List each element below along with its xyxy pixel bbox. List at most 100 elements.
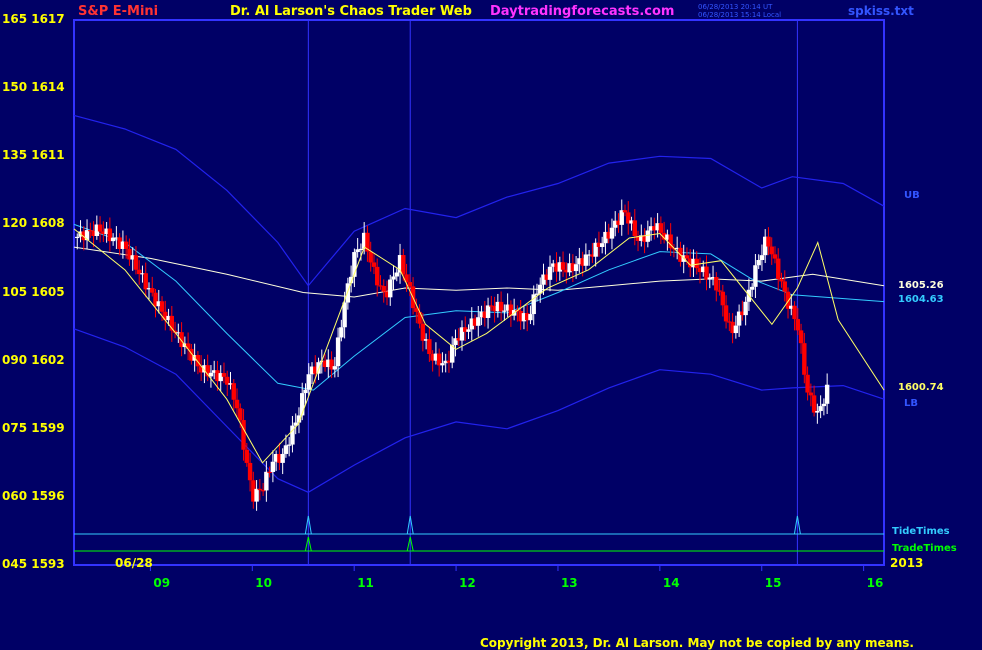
candle-body [717, 290, 722, 292]
year-label: 2013 [890, 556, 924, 570]
candle-body [286, 444, 292, 446]
candle-body [818, 406, 823, 412]
candle-body [753, 265, 758, 287]
y-tick-label: 135 1611 [2, 148, 65, 163]
candle-body [622, 210, 628, 213]
candle-body [772, 254, 778, 259]
candle-body [241, 420, 246, 450]
candle-body [283, 445, 289, 454]
candle-body [440, 363, 445, 366]
candle-body [720, 291, 726, 306]
candle-body [782, 281, 787, 292]
candle-body [339, 327, 344, 338]
candle-body [498, 301, 504, 312]
candle-body [143, 273, 148, 290]
candle-body [368, 251, 373, 263]
value-label: 1600.74 [898, 382, 944, 394]
candle-body [723, 305, 729, 322]
candle-body [391, 276, 396, 280]
chart-title: Dr. Al Larson's Chaos Trader Web [230, 4, 472, 19]
candle-body [185, 343, 191, 349]
candle-body [254, 488, 259, 502]
site-link[interactable]: Daytradingforecasts.com [490, 4, 674, 19]
candle-body [335, 337, 341, 367]
price-chart [73, 19, 885, 571]
candle-body [257, 488, 263, 491]
candle-body [802, 343, 807, 375]
value-label: 1605.26 [898, 279, 944, 291]
candle-body [798, 330, 804, 344]
instrument-label: S&P E-Mini [78, 4, 159, 19]
y-tick-label: 105 1605 [2, 284, 65, 299]
candle-body [244, 449, 249, 463]
long-ma-line [73, 246, 885, 298]
candle-body [776, 258, 781, 280]
y-tick-label: 075 1599 [2, 420, 65, 435]
plot-frame [73, 19, 885, 566]
x-tick-label: 11 [357, 576, 374, 590]
candle-body [599, 243, 605, 247]
candle-body [316, 362, 321, 374]
candle-body [619, 210, 624, 225]
x-tick-label: 14 [662, 576, 680, 590]
y-tick-label: 165 1617 [2, 12, 65, 26]
y-tick-label: 120 1608 [2, 216, 65, 231]
x-tick-label: 12 [459, 576, 476, 590]
candle-body [560, 262, 566, 270]
candle-body [528, 314, 533, 321]
candle-body [466, 329, 471, 332]
date-label: 06/28 [115, 556, 153, 570]
candle-body [420, 323, 426, 341]
x-tick-label: 16 [866, 576, 884, 590]
candle-body [234, 399, 240, 409]
candle-body [658, 223, 664, 233]
candle-body [401, 255, 406, 275]
candle-body [759, 255, 765, 261]
candle-body [815, 411, 820, 413]
candle-body [97, 224, 103, 232]
yellow-ma-line [73, 228, 885, 464]
x-tick-label: 09 [153, 576, 171, 590]
x-tick-label: 15 [764, 576, 782, 590]
lower-band-line [73, 328, 885, 493]
candle-body [332, 366, 338, 370]
candle-body [769, 246, 774, 255]
candle-body [779, 279, 784, 282]
candle-body [208, 372, 214, 377]
candle-body [684, 255, 690, 259]
candle-body [795, 319, 801, 331]
candle-body [427, 339, 432, 355]
value-label: 1604.63 [898, 293, 944, 305]
candle-body [267, 471, 272, 473]
candle-body [583, 254, 589, 266]
x-tick-label: 13 [560, 576, 578, 590]
candle-body [231, 383, 236, 400]
y-tick-label: 060 1596 [2, 488, 65, 503]
candle-body [358, 248, 364, 251]
candle-body [221, 373, 227, 377]
candle-body [75, 236, 80, 239]
trade-times-label: TradeTimes [892, 543, 957, 554]
candle-body [808, 392, 814, 396]
candle-body [573, 264, 579, 272]
candle-body [417, 311, 422, 324]
candle-body [743, 301, 748, 316]
candle-body [476, 317, 481, 326]
candle-body [714, 277, 719, 291]
candle-body [824, 384, 830, 404]
upper-band-label: UB [904, 190, 920, 201]
candle-body [303, 389, 308, 394]
candle-body [749, 286, 755, 290]
candle-body [150, 288, 155, 293]
candle-body [733, 325, 739, 334]
candle-body [502, 310, 507, 312]
candle-body [270, 461, 276, 472]
candle-body [306, 374, 311, 390]
candle-body [123, 241, 129, 249]
candle-body [371, 262, 377, 267]
candle-body [133, 255, 139, 270]
tide-times-label: TideTimes [892, 526, 950, 537]
candle-body [811, 395, 817, 413]
candle-body [756, 260, 761, 266]
x-tick-label: 10 [255, 576, 272, 590]
